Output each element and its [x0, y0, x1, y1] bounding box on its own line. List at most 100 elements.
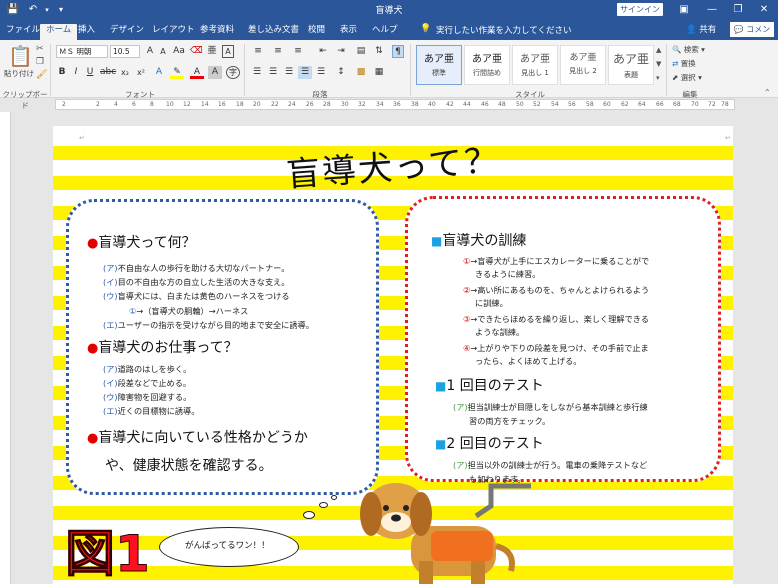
- multilevel-list-icon[interactable]: ≡: [290, 45, 306, 58]
- style-heading-2[interactable]: あア亜 見出し 2: [560, 45, 606, 85]
- tell-me-search[interactable]: 実行したい作業を入力してください: [436, 24, 572, 36]
- justify-icon[interactable]: ☰: [298, 66, 312, 79]
- tab-view[interactable]: 表示: [340, 24, 357, 40]
- ribbon-display-icon[interactable]: ▣: [670, 0, 698, 20]
- align-right-icon[interactable]: ☰: [282, 66, 296, 79]
- character-shading-icon[interactable]: A: [208, 66, 222, 79]
- collapse-ribbon-icon[interactable]: ⌃: [764, 88, 771, 97]
- heading-text: 2 回目のテスト: [446, 436, 544, 452]
- style-sample: あア亜: [472, 54, 502, 65]
- strikethrough-icon[interactable]: abc: [100, 66, 116, 79]
- format-painter-icon[interactable]: 🖌: [36, 70, 47, 80]
- heading-text: 1 回目のテスト: [446, 378, 544, 394]
- document-page[interactable]: ↵ ↵ 盲導犬って？ ●盲導犬って何？ (ア)不自由な人の歩行を助ける大切なパー…: [53, 126, 733, 584]
- tab-references[interactable]: 参考資料: [200, 24, 234, 40]
- comment-button[interactable]: 💬 コメント: [730, 22, 774, 49]
- tab-file[interactable]: ファイル: [6, 24, 40, 40]
- shading-icon[interactable]: ▩: [354, 66, 368, 79]
- item-text: 障害物を回避する。: [117, 392, 192, 402]
- dog-eye: [383, 505, 389, 511]
- text-effects-icon[interactable]: A: [152, 66, 166, 79]
- item-text: 盲導犬には、白または黄色のハーネスをつける: [117, 291, 290, 301]
- paste-icon[interactable]: 📋: [8, 44, 33, 68]
- tab-review[interactable]: 校閲: [308, 24, 325, 40]
- asian-layout-icon[interactable]: ▤: [354, 45, 368, 58]
- thought-bubble-dot: [331, 495, 337, 500]
- line-spacing-icon[interactable]: ↕: [334, 66, 348, 79]
- paste-label[interactable]: 貼り付け: [4, 68, 34, 79]
- highlight-icon[interactable]: ✎: [170, 66, 184, 79]
- style-normal[interactable]: あア亜 標準: [416, 45, 462, 85]
- align-center-icon[interactable]: ☰: [266, 66, 280, 79]
- clear-formatting-icon[interactable]: ⌫: [190, 45, 203, 58]
- item-marker: (ア): [453, 460, 468, 470]
- list-item: ①→盲導犬が上手にエスカレーターに乗ることがで: [463, 255, 649, 267]
- copy-icon[interactable]: ❐: [36, 57, 44, 67]
- close-button[interactable]: ✕: [750, 0, 778, 20]
- style-title[interactable]: あア亜 表題: [608, 45, 654, 85]
- tab-layout[interactable]: レイアウト: [152, 24, 195, 40]
- superscript-icon[interactable]: x²: [134, 66, 148, 79]
- bold-icon[interactable]: B: [56, 66, 68, 79]
- horizontal-ruler[interactable]: 2 2 4 6 8 10 12 14 16 18 20 22 24 26 28 …: [55, 99, 735, 110]
- ruler-tick: 22: [271, 101, 279, 108]
- bullets-icon[interactable]: ≡: [250, 45, 266, 58]
- style-name: 見出し 2: [569, 67, 597, 75]
- item-marker: (エ): [103, 406, 118, 416]
- tab-insert[interactable]: 挿入: [78, 24, 95, 40]
- replace-button[interactable]: ⇄ 置換: [672, 58, 696, 69]
- underline-icon[interactable]: U: [84, 66, 96, 79]
- change-case-icon[interactable]: Aa: [172, 45, 186, 58]
- italic-icon[interactable]: I: [70, 66, 82, 79]
- ruler-tick: 26: [306, 101, 314, 108]
- subscript-icon[interactable]: x₂: [118, 66, 132, 79]
- find-button[interactable]: 🔍 検索 ▾: [672, 44, 705, 55]
- enclose-characters-icon[interactable]: 字: [226, 66, 240, 79]
- increase-indent-icon[interactable]: ⇥: [334, 45, 348, 58]
- tab-mailings[interactable]: 差し込み文書: [248, 24, 299, 40]
- show-marks-icon[interactable]: ¶: [392, 45, 404, 58]
- numbering-icon[interactable]: ≡: [270, 45, 286, 58]
- vertical-ruler[interactable]: [0, 112, 11, 584]
- styles-more-icon[interactable]: ▾: [656, 74, 660, 82]
- style-no-spacing[interactable]: あア亜 行間詰め: [464, 45, 510, 85]
- font-size-combo[interactable]: 10.5: [110, 45, 140, 58]
- align-left-icon[interactable]: ☰: [250, 66, 264, 79]
- styles-scroll-up-icon[interactable]: ▲: [656, 46, 661, 54]
- cut-icon[interactable]: ✂: [36, 44, 44, 54]
- guide-dog-illustration[interactable]: [341, 476, 531, 584]
- phonetic-guide-icon[interactable]: 亜: [206, 45, 218, 58]
- decrease-indent-icon[interactable]: ⇤: [316, 45, 330, 58]
- restore-button[interactable]: ❐: [724, 0, 752, 20]
- list-item: (ア)道路のはしを歩く。: [103, 363, 191, 375]
- ruler-tick: 64: [638, 101, 646, 108]
- signin-button[interactable]: サインイン: [617, 3, 663, 16]
- share-button[interactable]: 👤 共有: [686, 23, 716, 35]
- select-button[interactable]: ⬈ 選択 ▾: [672, 72, 702, 83]
- list-item-continued: きるように練習。: [475, 269, 541, 279]
- heading-text: 盲導犬の訓練: [442, 233, 527, 249]
- dog-eye: [403, 505, 409, 511]
- character-border-icon[interactable]: A: [222, 45, 234, 58]
- tab-design[interactable]: デザイン: [110, 24, 144, 40]
- paragraph-mark: ↵: [79, 134, 85, 142]
- shrink-font-icon[interactable]: A: [157, 45, 169, 58]
- font-color-icon[interactable]: A: [190, 66, 204, 79]
- bullet-blue-square: ■: [435, 379, 447, 393]
- font-name-combo[interactable]: ＭＳ 明朝: [56, 45, 108, 58]
- tab-home[interactable]: ホーム: [40, 24, 78, 40]
- styles-scroll-down-icon[interactable]: ▼: [656, 60, 661, 68]
- borders-icon[interactable]: ▦: [372, 66, 386, 79]
- sort-icon[interactable]: ⇅: [372, 45, 386, 58]
- minimize-button[interactable]: —: [698, 0, 726, 20]
- thought-bubble-dot: [319, 502, 328, 508]
- select-icon: ⬈: [672, 73, 679, 82]
- ruler-tick: 60: [603, 101, 611, 108]
- style-heading-1[interactable]: あア亜 見出し 1: [512, 45, 558, 85]
- distributed-icon[interactable]: ☰: [314, 66, 328, 79]
- item-marker: (イ): [103, 378, 118, 388]
- figure-label[interactable]: 図1: [65, 514, 151, 584]
- tab-help[interactable]: ヘルプ: [372, 24, 398, 40]
- grow-font-icon[interactable]: A: [144, 45, 156, 58]
- ruler-tick: 70: [691, 101, 699, 108]
